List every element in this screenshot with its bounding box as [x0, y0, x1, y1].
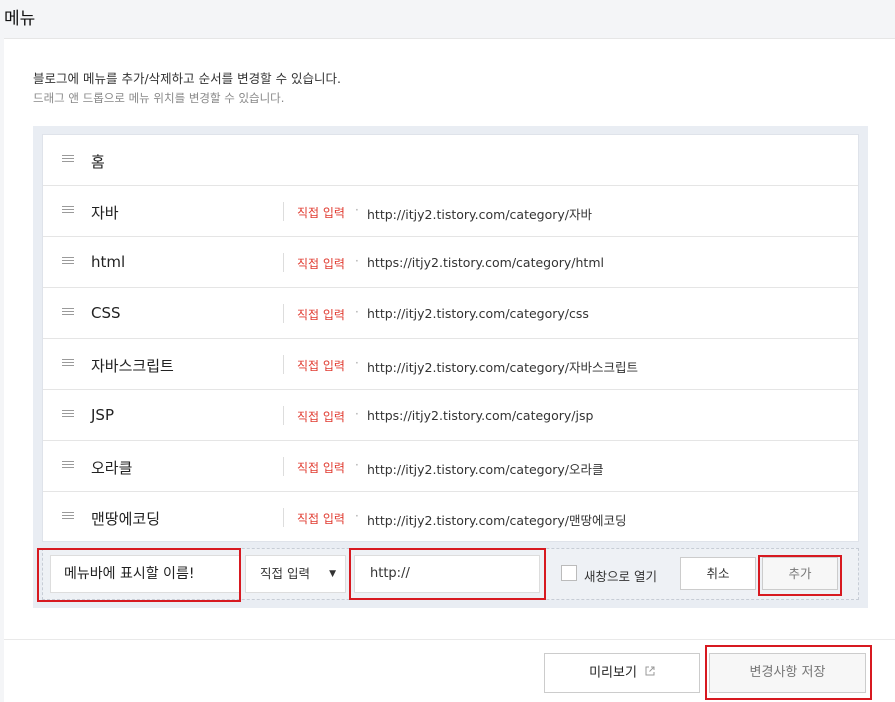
description-line-2: 드래그 앤 드롭으로 메뉴 위치를 변경할 수 있습니다.: [33, 91, 285, 105]
separator-dot: ·: [355, 356, 359, 370]
menu-list: 홈 자바 직접 입력 · http://itjy2.tistory.com/ca…: [42, 134, 859, 542]
menu-type-selected: 직접 입력: [260, 566, 310, 581]
add-menu-form: 메뉴바에 표시할 이름! 직접 입력 ▼ http:// 새창으로 열기 취소 …: [42, 548, 859, 600]
drag-handle-icon[interactable]: [62, 206, 74, 216]
menu-settings-panel: 블로그에 메뉴를 추가/삭제하고 순서를 변경할 수 있습니다. 드래그 앤 드…: [4, 38, 895, 702]
divider: [283, 202, 284, 221]
divider: [283, 508, 284, 527]
menu-item-row[interactable]: html 직접 입력 · https://itjy2.tistory.com/c…: [43, 237, 858, 288]
menu-url-input[interactable]: http://: [354, 555, 540, 593]
cancel-button[interactable]: 취소: [680, 557, 756, 590]
menu-item-type: 직접 입력: [297, 257, 345, 271]
menu-item-name: 오라클: [91, 459, 133, 477]
divider: [283, 457, 284, 476]
divider: [283, 253, 284, 272]
menu-item-url: https://itjy2.tistory.com/category/jsp: [367, 408, 594, 423]
menu-item-type: 직접 입력: [297, 512, 345, 526]
divider: [283, 304, 284, 323]
new-window-checkbox[interactable]: [561, 565, 577, 581]
menu-item-row[interactable]: 오라클 직접 입력 · http://itjy2.tistory.com/cat…: [43, 441, 858, 492]
divider: [283, 406, 284, 425]
menu-item-type: 직접 입력: [297, 359, 345, 373]
divider: [283, 355, 284, 374]
menu-name-input[interactable]: 메뉴바에 표시할 이름!: [50, 555, 240, 593]
menu-item-url: http://itjy2.tistory.com/category/오라클: [367, 462, 604, 477]
menu-item-row[interactable]: 자바 직접 입력 · http://itjy2.tistory.com/cate…: [43, 186, 858, 237]
menu-item-name: 자바: [91, 204, 119, 222]
drag-handle-icon[interactable]: [62, 308, 74, 318]
menu-item-type: 직접 입력: [297, 461, 345, 475]
drag-handle-icon[interactable]: [62, 461, 74, 471]
separator-dot: ·: [355, 458, 359, 472]
description-line-1: 블로그에 메뉴를 추가/삭제하고 순서를 변경할 수 있습니다.: [33, 71, 342, 86]
new-window-label: 새창으로 열기: [584, 569, 657, 584]
menu-item-name: 맨땅에코딩: [91, 510, 161, 528]
drag-handle-icon[interactable]: [62, 410, 74, 420]
menu-item-url: http://itjy2.tistory.com/category/자바: [367, 207, 592, 222]
separator-dot: ·: [355, 254, 359, 268]
menu-item-row[interactable]: CSS 직접 입력 · http://itjy2.tistory.com/cat…: [43, 288, 858, 339]
menu-item-row[interactable]: 홈: [43, 135, 858, 186]
footer-divider: [4, 639, 895, 640]
menu-item-row[interactable]: 맨땅에코딩 직접 입력 · http://itjy2.tistory.com/c…: [43, 492, 858, 543]
page-title: 메뉴: [4, 9, 36, 29]
menu-item-name: 홈: [91, 153, 105, 171]
menu-item-name: CSS: [91, 304, 121, 322]
separator-dot: ·: [355, 305, 359, 319]
menu-item-row[interactable]: 자바스크립트 직접 입력 · http://itjy2.tistory.com/…: [43, 339, 858, 390]
caret-down-icon: ▼: [329, 569, 336, 579]
menu-type-select[interactable]: 직접 입력 ▼: [245, 555, 346, 593]
separator-dot: ·: [355, 407, 359, 421]
menu-item-type: 직접 입력: [297, 308, 345, 322]
menu-item-url: http://itjy2.tistory.com/category/css: [367, 306, 589, 321]
menu-editor: 홈 자바 직접 입력 · http://itjy2.tistory.com/ca…: [33, 126, 868, 608]
separator-dot: ·: [355, 509, 359, 523]
menu-item-url: http://itjy2.tistory.com/category/자바스크립트: [367, 360, 638, 375]
separator-dot: ·: [355, 203, 359, 217]
drag-handle-icon[interactable]: [62, 359, 74, 369]
add-button[interactable]: 추가: [762, 557, 838, 590]
menu-item-url: https://itjy2.tistory.com/category/html: [367, 255, 604, 270]
drag-handle-icon[interactable]: [62, 155, 74, 165]
preview-label: 미리보기: [589, 665, 637, 681]
menu-item-name: JSP: [91, 406, 114, 424]
menu-item-name: 자바스크립트: [91, 357, 174, 375]
external-link-icon: [645, 654, 655, 692]
preview-button[interactable]: 미리보기: [544, 653, 700, 693]
menu-item-type: 직접 입력: [297, 206, 345, 220]
menu-item-url: http://itjy2.tistory.com/category/맨땅에코딩: [367, 513, 627, 528]
menu-item-name: html: [91, 253, 126, 271]
drag-handle-icon[interactable]: [62, 257, 74, 267]
menu-item-row[interactable]: JSP 직접 입력 · https://itjy2.tistory.com/ca…: [43, 390, 858, 441]
drag-handle-icon[interactable]: [62, 512, 74, 522]
menu-item-type: 직접 입력: [297, 410, 345, 424]
save-changes-button[interactable]: 변경사항 저장: [709, 653, 866, 693]
